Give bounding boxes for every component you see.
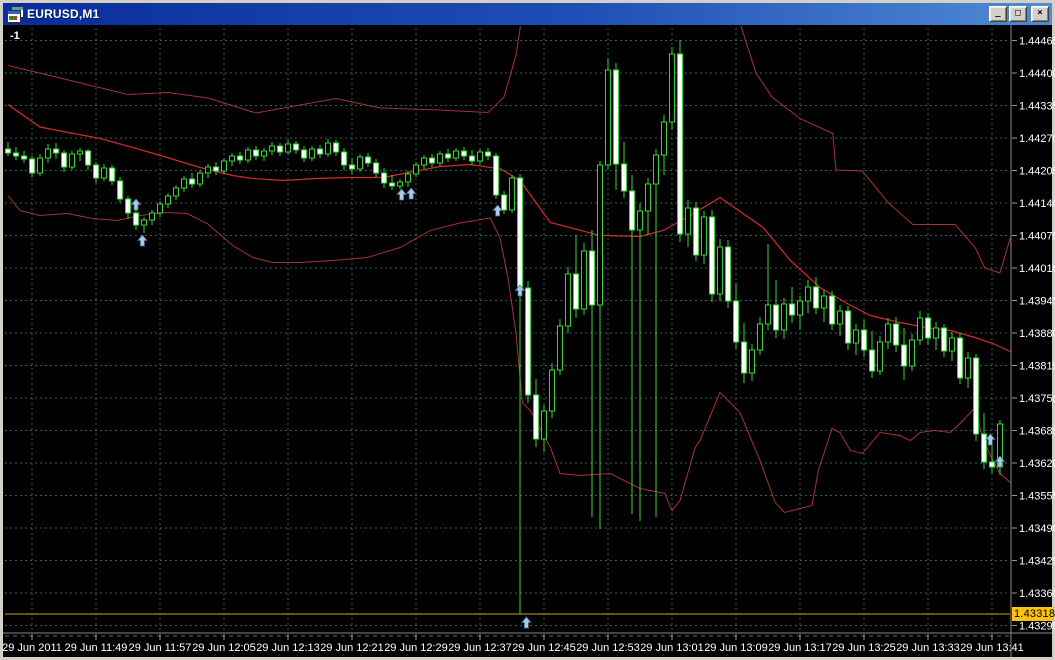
chart-plot[interactable]: 1.444651.444001.443351.442701.442051.441… <box>0 0 1055 660</box>
time-axis[interactable] <box>3 634 1010 657</box>
price-axis[interactable] <box>1012 25 1052 633</box>
indicator-corner-label: -1 <box>10 30 20 42</box>
current-price-tag: 1.43318 <box>1012 607 1054 621</box>
chart-window: EURUSD,M1 _ □ × 1.444651.444001.443351.4… <box>0 0 1055 660</box>
